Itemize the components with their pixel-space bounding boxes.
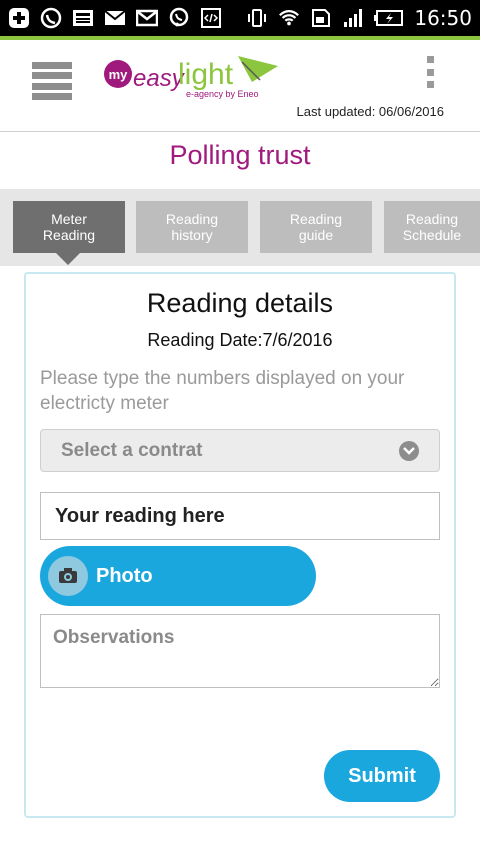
tab-meter-reading[interactable]: Meter Reading	[13, 201, 125, 253]
sim-icon	[310, 7, 332, 29]
last-updated-text: Last updated: 06/06/2016	[296, 104, 444, 119]
myeasylight-logo: my easy light e-agency by Eneo	[102, 52, 282, 102]
system-icons: 16:50	[246, 6, 472, 30]
tab-reading-history[interactable]: Reading history	[136, 201, 248, 253]
svg-text:light: light	[178, 58, 234, 91]
signal-icon	[342, 7, 364, 29]
tab-reading-schedule[interactable]: Reading Schedule	[384, 201, 480, 253]
contract-select[interactable]: Select a contrat	[40, 429, 440, 472]
tab-label-line2: Schedule	[402, 227, 462, 243]
tab-label-line2: history	[171, 227, 213, 243]
photo-button[interactable]: Photo	[40, 546, 316, 606]
active-tab-indicator	[56, 253, 80, 265]
battery-charging-icon	[374, 7, 404, 29]
tab-label-line1: Reading	[289, 211, 343, 227]
vibrate-icon	[246, 7, 268, 29]
whatsapp-icon	[40, 7, 62, 29]
add-icon	[8, 7, 30, 29]
tab-label-line1: Reading	[165, 211, 219, 227]
gmail-icon	[136, 7, 158, 29]
chevron-down-icon	[399, 440, 419, 461]
observations-textarea[interactable]	[40, 614, 440, 688]
tab-label-line1: Meter	[51, 211, 87, 227]
card-title: Reading details	[146, 288, 334, 318]
tab-reading-guide[interactable]: Reading guide	[260, 201, 372, 253]
reading-input[interactable]	[40, 492, 440, 540]
contract-select-value: Select a contrat	[61, 439, 203, 461]
viber-icon	[168, 7, 190, 29]
tab-label-line2: Reading	[42, 227, 96, 243]
overflow-menu-icon[interactable]	[422, 56, 438, 88]
photo-button-label: Photo	[96, 564, 153, 587]
notification-icons	[8, 7, 246, 29]
hamburger-menu-icon[interactable]	[32, 62, 72, 100]
clock-time: 16:50	[414, 6, 472, 30]
reading-details-card: Reading details Reading Date:7/6/2016 Pl…	[24, 272, 456, 818]
svg-text:my: my	[109, 67, 129, 82]
reading-date: Reading Date:7/6/2016	[147, 330, 333, 350]
submit-button[interactable]: Submit	[324, 750, 440, 802]
status-bar: 16:50	[0, 0, 480, 36]
mail-icon	[104, 7, 126, 29]
page-title: Polling trust	[169, 140, 311, 170]
camera-icon	[48, 556, 88, 596]
tab-bar: Meter Reading Reading history Reading guide…	[0, 189, 480, 266]
svg-text:e-agency by Eneo: e-agency by Eneo	[186, 89, 259, 99]
code-icon	[200, 7, 222, 29]
tab-label-line1: Reading	[405, 211, 459, 227]
wifi-icon	[278, 7, 300, 29]
tab-label-line2: guide	[298, 227, 334, 243]
instructions-text: Please type the numbers displayed on you…	[40, 368, 405, 414]
app-header: my easy light e-agency by Eneo Last upda…	[0, 40, 480, 132]
image-icon	[72, 7, 94, 29]
